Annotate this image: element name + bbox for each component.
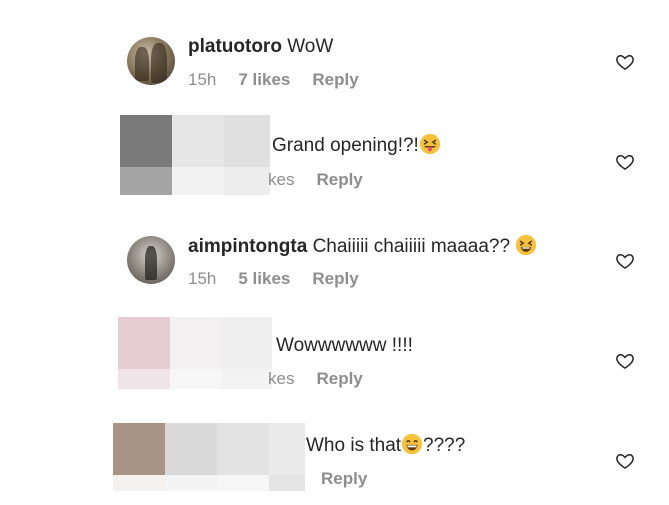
heart-icon[interactable] xyxy=(615,251,635,271)
avatar[interactable] xyxy=(127,37,175,85)
avatar[interactable] xyxy=(127,236,175,284)
grinning-squinting-face-icon xyxy=(515,234,537,256)
comment-text: WoW xyxy=(287,36,334,57)
squinting-tongue-face-icon xyxy=(419,133,441,155)
likes-count-partial[interactable]: kes xyxy=(268,170,294,189)
redacted-avatar-block xyxy=(120,115,270,195)
reply-button[interactable]: Reply xyxy=(312,269,358,288)
reply-button[interactable]: Reply xyxy=(316,369,362,388)
redacted-avatar-block xyxy=(118,317,272,389)
comment-text-line: aimpintongta Chaiiiii chaiiiii maaaa?? xyxy=(188,234,537,259)
reply-button[interactable]: Reply xyxy=(316,170,362,189)
heart-icon[interactable] xyxy=(615,52,635,72)
username[interactable]: aimpintongta xyxy=(188,236,307,257)
timestamp[interactable]: 15h xyxy=(188,70,216,89)
comment-text-line: Grand opening!?! xyxy=(272,133,441,158)
comment-item: Who is that ???? Reply xyxy=(0,400,669,505)
comment-meta: 15h 5 likes Reply xyxy=(188,268,359,290)
comment-meta: Reply xyxy=(321,468,367,490)
comment-text-line: Who is that ???? xyxy=(306,433,465,458)
comment-item: aimpintongta Chaiiiii chaiiiii maaaa?? 1… xyxy=(0,200,669,300)
comment-item: Grand opening!?! kes Reply xyxy=(0,100,669,200)
comment-item: Wowwwwww !!!! kes Reply xyxy=(0,300,669,400)
comment-meta: kes Reply xyxy=(268,169,363,191)
username[interactable]: platuotoro xyxy=(188,36,282,57)
comment-item: platuotoro WoW 15h 7 likes Reply xyxy=(0,0,669,100)
redacted-avatar-block xyxy=(113,423,305,491)
comment-text: Who is that xyxy=(306,435,402,456)
comment-meta: 15h 7 likes Reply xyxy=(188,69,359,91)
timestamp[interactable]: 15h xyxy=(188,269,216,288)
comment-text: Grand opening!?! xyxy=(272,135,419,156)
heart-icon[interactable] xyxy=(615,451,635,471)
comment-text: Chaiiiii chaiiiii maaaa?? xyxy=(312,236,511,257)
likes-count[interactable]: 5 likes xyxy=(238,269,290,288)
comment-meta: kes Reply xyxy=(268,368,363,390)
heart-icon[interactable] xyxy=(615,351,635,371)
comment-text-line: Wowwwwww !!!! xyxy=(276,334,413,358)
comment-text-line: platuotoro WoW xyxy=(188,35,333,59)
comment-text-suffix: ???? xyxy=(423,435,466,456)
reply-button[interactable]: Reply xyxy=(312,70,358,89)
heart-icon[interactable] xyxy=(615,152,635,172)
beaming-face-icon xyxy=(401,433,423,455)
likes-count-partial[interactable]: kes xyxy=(268,369,294,388)
reply-button[interactable]: Reply xyxy=(321,469,367,488)
likes-count[interactable]: 7 likes xyxy=(238,70,290,89)
comment-text: Wowwwwww !!!! xyxy=(276,335,413,356)
